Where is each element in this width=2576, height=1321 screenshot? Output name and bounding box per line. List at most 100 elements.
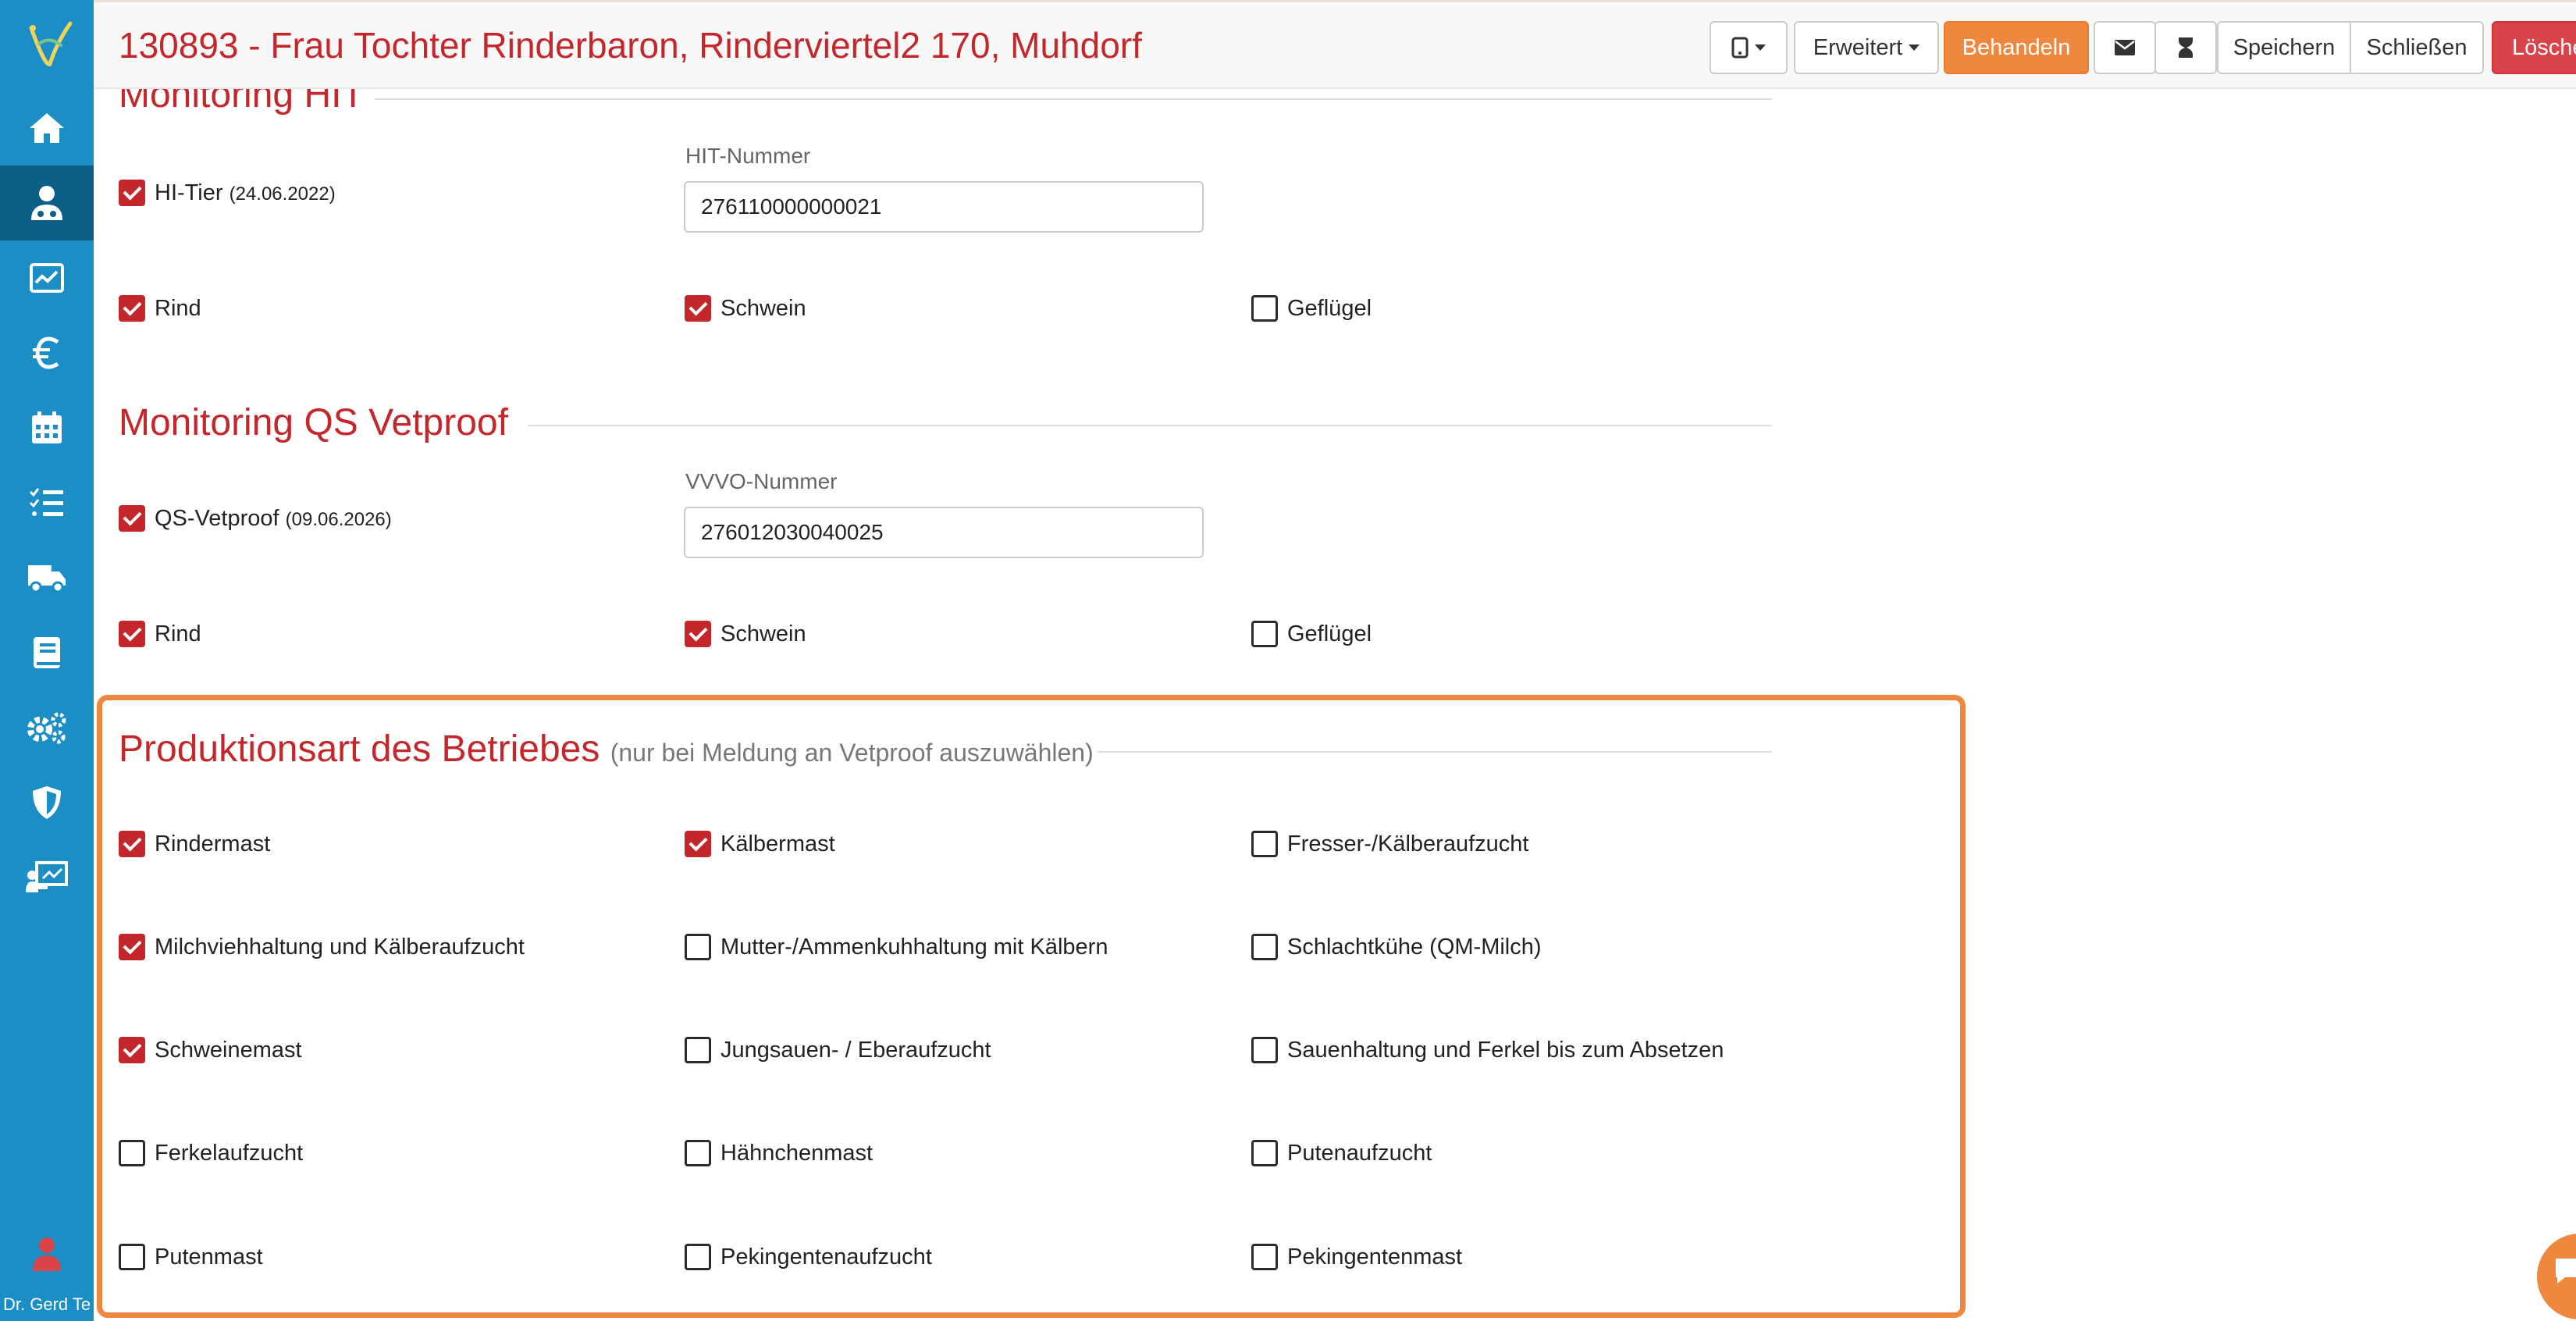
- gears-icon: [27, 712, 66, 744]
- sidebar-item-calendar[interactable]: [0, 390, 94, 465]
- history-button[interactable]: [2154, 21, 2217, 74]
- hi-tier-label: HI-Tier: [155, 180, 223, 205]
- sidebar-item-delivery[interactable]: [0, 540, 94, 615]
- sidebar-item-patients[interactable]: [0, 166, 94, 240]
- production-option-checkbox[interactable]: Jungsauen- / Eberaufzucht: [685, 1037, 991, 1063]
- sidebar-item-billing[interactable]: [0, 315, 94, 390]
- divider: [528, 425, 1772, 426]
- book-icon: [34, 637, 60, 668]
- divider: [375, 98, 1772, 100]
- shield-icon: [33, 786, 61, 819]
- chat-icon: [2556, 1259, 2576, 1284]
- production-option-checkbox[interactable]: Mutter-/Ammenkuhhaltung mit Kälbern: [685, 934, 1108, 960]
- production-option-checkbox[interactable]: Kälbermast: [685, 831, 835, 857]
- qs-vetproof-date: (09.06.2026): [285, 508, 392, 530]
- task-list-icon: [29, 488, 63, 516]
- production-title: Produktionsart des Betriebes: [119, 728, 600, 770]
- checkbox-box: [1251, 1037, 1278, 1063]
- monitor-chart-icon: [30, 263, 64, 293]
- production-option-checkbox[interactable]: Ferkelaufzucht: [119, 1140, 303, 1166]
- loeschen-button[interactable]: Lösche: [2492, 21, 2576, 74]
- production-option-checkbox[interactable]: Rindermast: [119, 831, 270, 857]
- checkbox-label: Fresser-/Kälberaufzucht: [1287, 831, 1529, 856]
- email-button[interactable]: [2094, 21, 2156, 74]
- checkbox-label: Geflügel: [1287, 295, 1372, 321]
- production-option-checkbox[interactable]: Pekingentenmast: [1251, 1244, 1462, 1270]
- checkbox-label: Sauenhaltung und Ferkel bis zum Absetzen: [1287, 1037, 1724, 1063]
- checkbox-box: [685, 621, 711, 647]
- behandeln-button[interactable]: Behandeln: [1944, 21, 2089, 74]
- checkbox-box: [685, 831, 711, 857]
- speichern-button[interactable]: Speichern: [2217, 21, 2351, 74]
- production-option-checkbox[interactable]: Putenmast: [119, 1244, 263, 1270]
- production-option-checkbox[interactable]: Fresser-/Kälberaufzucht: [1251, 831, 1528, 857]
- checkbox-box: [1251, 1244, 1278, 1270]
- hit-species-rind-checkbox[interactable]: Rind: [119, 295, 201, 322]
- section-title-qs: Monitoring QS Vetproof: [119, 402, 508, 443]
- sidebar-item-tasks[interactable]: [0, 465, 94, 540]
- page-title: 130893 - Frau Tochter Rinderbaron, Rinde…: [119, 25, 1142, 66]
- production-option-checkbox[interactable]: Hähnchenmast: [685, 1140, 873, 1166]
- qs-species-gefluegel-checkbox[interactable]: Geflügel: [1251, 621, 1372, 647]
- hourglass-icon: [2179, 37, 2193, 58]
- sidebar-item-settings[interactable]: [0, 690, 94, 765]
- qs-vetproof-label: QS-Vetproof: [155, 505, 279, 531]
- chat-widget-button[interactable]: [2537, 1234, 2576, 1319]
- checkbox-box: [1251, 934, 1278, 960]
- divider: [1098, 751, 1772, 753]
- checkbox-label: Hähnchenmast: [720, 1140, 873, 1166]
- production-option-checkbox[interactable]: Schweinemast: [119, 1037, 302, 1063]
- user-doctor-icon: [31, 186, 62, 220]
- checkbox-label: Rind: [155, 621, 201, 646]
- logo[interactable]: [0, 0, 94, 87]
- checkbox-box: [1251, 621, 1278, 647]
- schliessen-button[interactable]: Schließen: [2350, 21, 2484, 74]
- sidebar-item-book[interactable]: [0, 615, 94, 690]
- sidebar-item-presentation[interactable]: [0, 840, 94, 915]
- checkbox-label: Rind: [155, 295, 201, 321]
- user-profile[interactable]: Dr. Gerd Te: [0, 1226, 94, 1321]
- vvvo-number-input[interactable]: [684, 507, 1204, 558]
- checkbox-label: Kälbermast: [720, 831, 835, 856]
- qs-species-rind-checkbox[interactable]: Rind: [119, 621, 201, 647]
- production-option-checkbox[interactable]: Milchviehhaltung und Kälberaufzucht: [119, 934, 525, 960]
- qs-species-schwein-checkbox[interactable]: Schwein: [685, 621, 806, 647]
- presentation-icon: [26, 861, 68, 892]
- header-bar: 130893 - Frau Tochter Rinderbaron, Rinde…: [94, 0, 2576, 89]
- hit-species-schwein-checkbox[interactable]: Schwein: [685, 295, 806, 322]
- production-option-checkbox[interactable]: Schlachtkühe (QM-Milch): [1251, 934, 1542, 960]
- checkbox-label: Putenaufzucht: [1287, 1140, 1432, 1166]
- hi-tier-checkbox[interactable]: HI-Tier (24.06.2022): [119, 180, 336, 206]
- checkbox-label: Ferkelaufzucht: [155, 1140, 304, 1166]
- checkbox-label: Schlachtkühe (QM-Milch): [1287, 934, 1542, 960]
- production-option-checkbox[interactable]: Pekingentenaufzucht: [685, 1244, 932, 1270]
- device-dropdown-button[interactable]: [1710, 21, 1788, 74]
- tablet-icon: [1731, 37, 1749, 59]
- envelope-icon: [2115, 40, 2135, 55]
- user-name: Dr. Gerd Te: [3, 1294, 91, 1314]
- checkbox-box: [119, 1244, 145, 1270]
- sidebar-item-monitoring[interactable]: [0, 240, 94, 315]
- erweitert-dropdown-button[interactable]: Erweitert: [1794, 21, 1939, 74]
- hit-number-input[interactable]: [684, 181, 1204, 233]
- qs-vetproof-checkbox[interactable]: QS-Vetproof (09.06.2026): [119, 505, 392, 532]
- checkbox-box: [1251, 295, 1278, 322]
- checkbox-label: Geflügel: [1287, 621, 1372, 646]
- sidebar-item-home[interactable]: [0, 91, 94, 166]
- checkbox-label: Schwein: [720, 621, 806, 646]
- checkbox-box: [119, 1037, 145, 1063]
- checkbox-label: Putenmast: [155, 1244, 263, 1269]
- checkbox-label: Jungsauen- / Eberaufzucht: [720, 1037, 991, 1063]
- user-icon: [33, 1237, 61, 1271]
- checkbox-box: [119, 505, 145, 532]
- checkbox-box: [119, 180, 145, 206]
- euro-icon: [33, 336, 59, 369]
- production-option-checkbox[interactable]: Putenaufzucht: [1251, 1140, 1432, 1166]
- production-option-checkbox[interactable]: Sauenhaltung und Ferkel bis zum Absetzen: [1251, 1037, 1724, 1063]
- sidebar-item-security[interactable]: [0, 765, 94, 840]
- vvvo-number-label: VVVO-Nummer: [685, 469, 838, 493]
- checkbox-box: [1251, 1140, 1278, 1166]
- home-icon: [30, 113, 64, 143]
- checkbox-label: Mutter-/Ammenkuhhaltung mit Kälbern: [720, 934, 1108, 960]
- hit-species-gefluegel-checkbox[interactable]: Geflügel: [1251, 295, 1372, 322]
